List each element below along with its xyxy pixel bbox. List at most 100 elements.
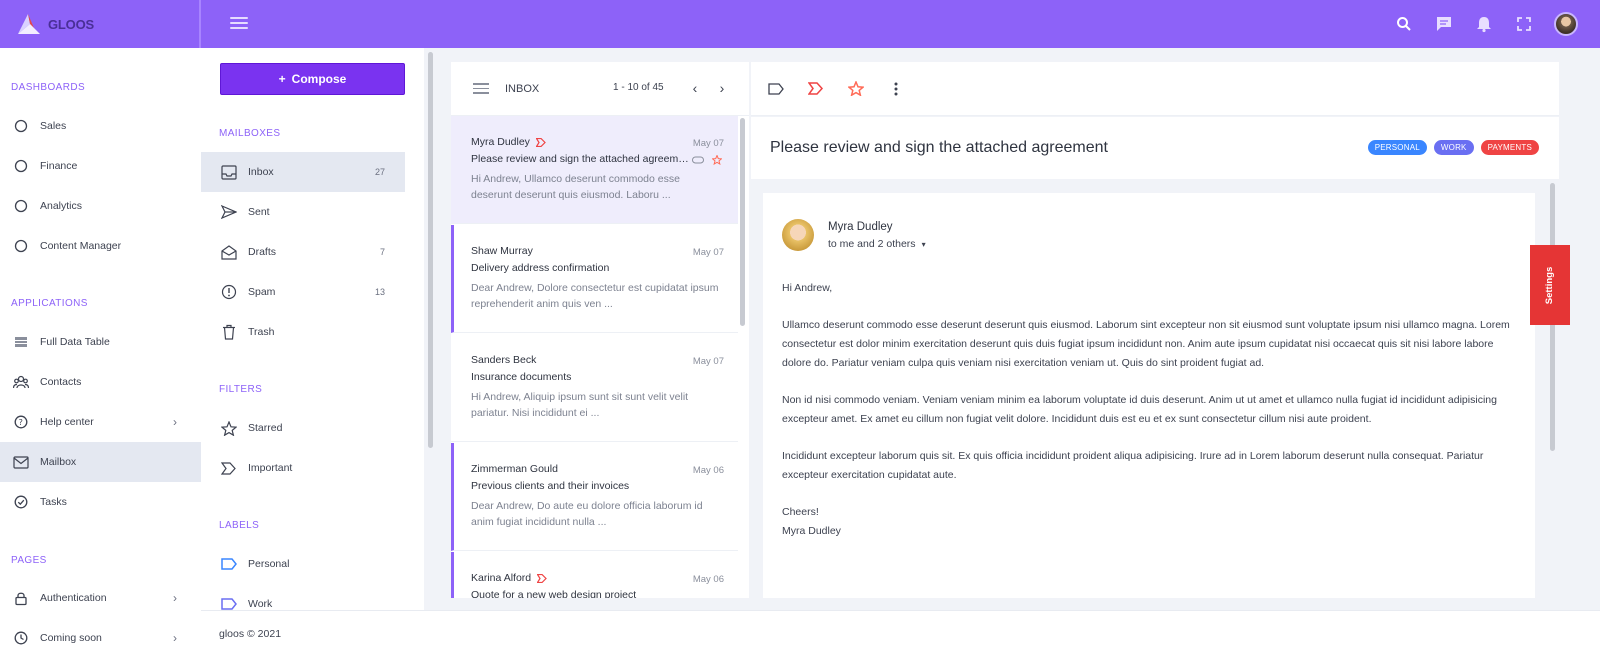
sidebar-item-label: Analytics	[40, 200, 83, 212]
body-paragraph: Non id nisi commodo veniam. Veniam venia…	[782, 394, 1497, 425]
list-menu-icon[interactable]	[473, 80, 489, 97]
svg-text:?: ?	[19, 418, 23, 427]
reader-subject: Please review and sign the attached agre…	[770, 139, 1108, 156]
important-icon	[220, 459, 238, 477]
recipients-text: to me and 2 others	[828, 238, 916, 250]
message-from: Shaw Murray	[471, 245, 533, 257]
mailbox-inbox[interactable]: Inbox 27	[201, 152, 405, 192]
chevron-right-icon: ›	[173, 415, 177, 429]
important-icon	[537, 573, 547, 583]
chevron-right-icon: ›	[173, 631, 177, 645]
star-icon[interactable]	[847, 80, 865, 98]
check-circle-icon	[12, 493, 30, 511]
mailbox-count: 13	[374, 287, 385, 297]
mailbox-label: Drafts	[248, 246, 277, 258]
brand-name: GLOOS	[48, 16, 94, 32]
reader-toolbar	[751, 62, 1559, 116]
mailbox-drafts[interactable]: Drafts 7	[201, 232, 405, 272]
sidebar-item-label: Coming soon	[40, 632, 102, 644]
message-from: Zimmerman Gould	[471, 463, 558, 475]
settings-tab[interactable]: Settings	[1530, 245, 1570, 325]
body-paragraph: Ullamco deserunt commodo esse deserunt d…	[782, 319, 1510, 369]
important-icon[interactable]	[807, 80, 825, 98]
drafts-icon	[220, 243, 238, 261]
sidebar-item-content-manager[interactable]: Content Manager	[0, 226, 201, 266]
message-subject: Please review and sign the attached agre…	[471, 153, 689, 165]
sidebar-section-applications: APPLICATIONS	[11, 298, 88, 309]
chevron-right-icon: ›	[173, 591, 177, 605]
sidebar-item-analytics[interactable]: Analytics	[0, 186, 201, 226]
message-body: Myra Dudley to me and 2 others ▾ Hi Andr…	[763, 193, 1535, 598]
filter-starred[interactable]: Starred	[201, 408, 405, 448]
tag-payments[interactable]: PAYMENTS	[1480, 140, 1539, 155]
fullscreen-icon[interactable]	[1514, 14, 1534, 34]
sidebar-item-tasks[interactable]: Tasks	[0, 482, 201, 522]
sidebar-item-help-center[interactable]: ? Help center ›	[0, 402, 201, 442]
more-vertical-icon[interactable]	[887, 80, 905, 98]
user-avatar[interactable]	[1554, 12, 1578, 36]
plus-icon: +	[278, 72, 286, 86]
message-from: Karina Alford	[471, 572, 532, 584]
chevron-right-icon[interactable]: ›	[714, 79, 730, 97]
sidebar-item-sales[interactable]: Sales	[0, 106, 201, 146]
recipients-toggle[interactable]: to me and 2 others ▾	[828, 238, 926, 250]
mailbox-label: Inbox	[248, 166, 274, 178]
list-title: INBOX	[505, 82, 540, 95]
message-item[interactable]: Myra Dudley May 07 Please review and sig…	[451, 116, 738, 224]
tag-personal[interactable]: PERSONAL	[1367, 140, 1427, 155]
mailbox-label: Sent	[248, 206, 270, 218]
sidebar-item-contacts[interactable]: Contacts	[0, 362, 201, 402]
filter-important[interactable]: Important	[201, 448, 405, 488]
message-item[interactable]: Sanders Beck May 07 Insurance documents …	[451, 334, 738, 442]
message-date: May 06	[692, 574, 724, 585]
sidebar-item-finance[interactable]: Finance	[0, 146, 201, 186]
chat-icon[interactable]	[1434, 14, 1454, 34]
logo-icon	[14, 10, 46, 38]
mailbox-sent[interactable]: Sent	[201, 192, 405, 232]
sidebar-section-pages: PAGES	[11, 555, 47, 566]
message-item[interactable]: Zimmerman Gould May 06 Previous clients …	[451, 443, 738, 551]
menu-toggle-icon[interactable]	[230, 14, 248, 32]
circle-icon	[12, 197, 30, 215]
message-date: May 07	[692, 138, 724, 149]
sidebar-item-authentication[interactable]: Authentication ›	[0, 578, 201, 618]
mailboxes-heading: MAILBOXES	[219, 128, 281, 139]
reader-subject-bar: Please review and sign the attached agre…	[751, 117, 1559, 179]
message-item[interactable]: Shaw Murray May 07 Delivery address conf…	[451, 225, 738, 333]
label-personal[interactable]: Personal	[201, 544, 405, 584]
sidebar-item-mailbox[interactable]: Mailbox	[0, 442, 201, 482]
brand[interactable]: GLOOS	[0, 0, 201, 48]
notifications-icon[interactable]	[1474, 14, 1494, 34]
mailbox-spam[interactable]: Spam 13	[201, 272, 405, 312]
filters-heading: FILTERS	[219, 384, 263, 395]
important-icon	[535, 137, 546, 147]
list-range: 1 - 10 of 45	[613, 82, 664, 93]
circle-icon	[12, 237, 30, 255]
folders-scrollbar[interactable]	[428, 52, 433, 448]
alert-icon	[220, 283, 238, 301]
mailbox-trash[interactable]: Trash	[201, 312, 405, 352]
message-item[interactable]: Karina Alford May 06 Quote for a new web…	[451, 552, 738, 598]
copyright-text: gloos © 2021	[219, 628, 282, 640]
tag-work[interactable]: WORK	[1433, 140, 1474, 155]
mail-folders-panel: + Compose MAILBOXES Inbox 27 Sent Drafts…	[201, 48, 424, 610]
search-icon[interactable]	[1394, 14, 1414, 34]
caret-down-icon: ▾	[921, 239, 926, 249]
attachment-icon	[692, 156, 704, 164]
sidebar-item-full-data-table[interactable]: Full Data Table	[0, 322, 201, 362]
inbox-icon	[220, 163, 238, 181]
label-tag-icon[interactable]	[767, 80, 785, 98]
mail-icon	[12, 453, 30, 471]
message-date: May 07	[692, 247, 724, 258]
chevron-left-icon[interactable]: ‹	[687, 79, 703, 97]
message-list: INBOX 1 - 10 of 45 ‹ › Myra Dudley May 0…	[451, 62, 749, 598]
sidebar-item-coming-soon[interactable]: Coming soon ›	[0, 618, 201, 658]
message-list-scrollbar[interactable]	[740, 118, 745, 326]
message-preview: Dear Andrew, Do aute eu dolore officia l…	[471, 500, 703, 528]
table-icon	[12, 333, 30, 351]
message-subject: Insurance documents	[471, 371, 572, 383]
sidebar-item-label: Content Manager	[40, 240, 122, 252]
compose-label: Compose	[291, 72, 347, 86]
compose-button[interactable]: + Compose	[220, 63, 405, 95]
star-icon	[712, 155, 722, 165]
